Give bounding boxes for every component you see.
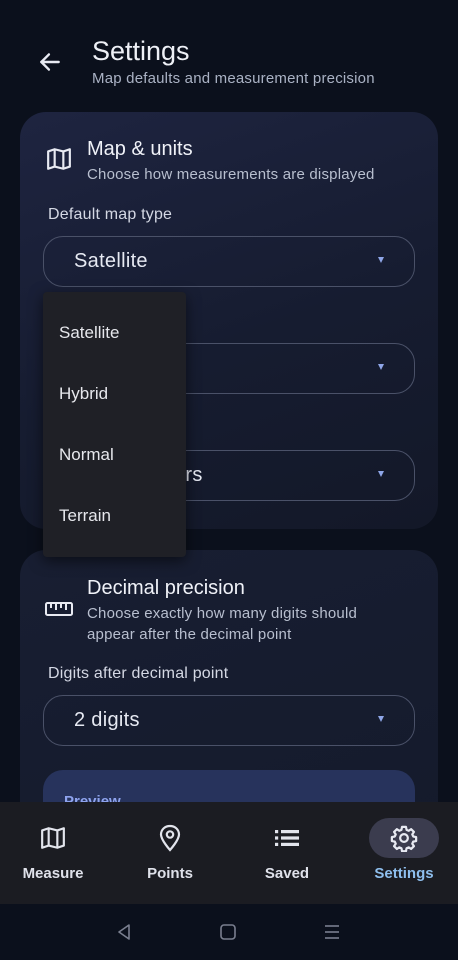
dropdown-option-normal[interactable]: Normal bbox=[43, 424, 186, 485]
nav-item-saved[interactable]: Saved bbox=[230, 802, 344, 904]
system-back-icon[interactable] bbox=[112, 920, 136, 944]
map-icon bbox=[44, 144, 74, 174]
nav-item-settings[interactable]: Settings bbox=[347, 802, 458, 904]
nav-item-points[interactable]: Points bbox=[113, 802, 227, 904]
gear-icon bbox=[369, 818, 439, 858]
card-title: Decimal precision bbox=[87, 577, 245, 599]
location-pin-icon bbox=[135, 818, 205, 858]
nav-label: Points bbox=[147, 865, 193, 882]
digits-select[interactable]: 2 digits bbox=[43, 695, 415, 746]
list-icon bbox=[252, 818, 322, 858]
ruler-icon bbox=[44, 594, 74, 624]
arrow-left-icon bbox=[40, 53, 60, 71]
select-value: Satellite bbox=[74, 250, 148, 272]
page-subtitle: Map defaults and measurement precision bbox=[92, 70, 375, 87]
card-description: Choose how measurements are displayed bbox=[87, 166, 375, 183]
dropdown-option-satellite[interactable]: Satellite bbox=[43, 302, 186, 363]
dropdown-option-hybrid[interactable]: Hybrid bbox=[43, 363, 186, 424]
app-header: Settings Map defaults and measurement pr… bbox=[0, 0, 458, 110]
back-button[interactable] bbox=[32, 44, 68, 80]
nav-label: Saved bbox=[264, 865, 310, 882]
card-title: Map & units bbox=[87, 138, 193, 160]
dropdown-option-terrain[interactable]: Terrain bbox=[43, 485, 186, 546]
nav-label: Measure bbox=[22, 865, 84, 882]
bottom-navigation: Measure Points Saved Settings bbox=[0, 802, 458, 904]
page-title: Settings bbox=[92, 36, 190, 66]
dropdown-arrow-icon bbox=[378, 716, 384, 722]
system-navigation-bar bbox=[0, 904, 458, 960]
system-home-icon[interactable] bbox=[216, 920, 240, 944]
map-type-dropdown-menu: Satellite Hybrid Normal Terrain bbox=[43, 292, 186, 557]
map-icon bbox=[18, 818, 88, 858]
select-value: 2 digits bbox=[74, 709, 140, 731]
nav-label: Settings bbox=[374, 865, 434, 882]
card-description: Choose exactly how many digits should ap… bbox=[87, 605, 358, 643]
nav-item-measure[interactable]: Measure bbox=[0, 802, 110, 904]
dropdown-arrow-icon bbox=[378, 257, 384, 263]
dropdown-arrow-icon bbox=[378, 364, 384, 370]
digits-label: Digits after decimal point bbox=[48, 665, 229, 682]
dropdown-arrow-icon bbox=[378, 471, 384, 477]
default-map-type-label: Default map type bbox=[48, 206, 173, 223]
default-map-type-select[interactable]: Satellite bbox=[43, 236, 415, 287]
system-menu-icon[interactable] bbox=[320, 920, 344, 944]
